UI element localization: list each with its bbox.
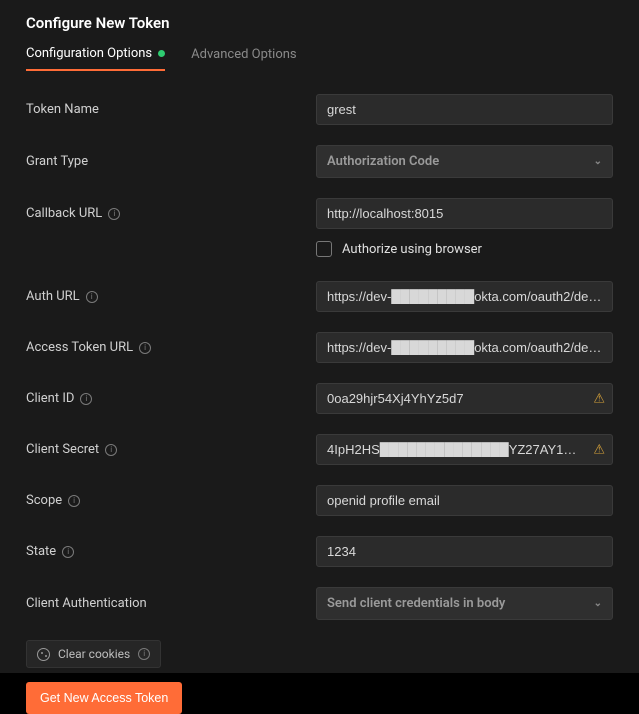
client-secret-label-text: Client Secret xyxy=(26,442,99,457)
access-token-url-label: Access Token URL i xyxy=(26,340,316,355)
state-input[interactable] xyxy=(316,536,613,567)
client-id-input[interactable] xyxy=(316,383,613,414)
info-icon[interactable]: i xyxy=(62,546,74,558)
info-icon[interactable]: i xyxy=(138,648,150,660)
auth-url-label-text: Auth URL xyxy=(26,289,80,304)
info-icon[interactable]: i xyxy=(68,495,80,507)
panel-title: Configure New Token xyxy=(26,14,613,32)
footer: Clear cookies i Get New Access Token xyxy=(26,640,613,714)
clear-cookies-label: Clear cookies xyxy=(58,647,130,661)
info-icon[interactable]: i xyxy=(105,444,117,456)
auth-url-label: Auth URL i xyxy=(26,289,316,304)
info-icon[interactable]: i xyxy=(80,393,92,405)
client-secret-input[interactable] xyxy=(316,434,613,465)
callback-url-label: Callback URL i xyxy=(26,206,316,221)
client-id-label-text: Client ID xyxy=(26,391,74,406)
scope-input[interactable] xyxy=(316,485,613,516)
get-new-access-token-button[interactable]: Get New Access Token xyxy=(26,682,182,714)
access-token-url-input[interactable] xyxy=(316,332,613,363)
client-id-label: Client ID i xyxy=(26,391,316,406)
callback-url-input[interactable] xyxy=(316,198,613,229)
grant-type-select[interactable]: Authorization Code ⌄ xyxy=(316,145,613,178)
chevron-down-icon: ⌄ xyxy=(594,156,602,167)
active-indicator-dot xyxy=(158,50,165,57)
grant-type-label: Grant Type xyxy=(26,154,316,169)
client-auth-select[interactable]: Send client credentials in body ⌄ xyxy=(316,587,613,620)
configure-token-panel: Configure New Token Configuration Option… xyxy=(0,0,639,673)
token-name-label: Token Name xyxy=(26,102,316,117)
info-icon[interactable]: i xyxy=(86,291,98,303)
warning-icon: ⚠ xyxy=(593,442,605,457)
clear-cookies-button[interactable]: Clear cookies i xyxy=(26,640,161,668)
info-icon[interactable]: i xyxy=(108,208,120,220)
authorize-browser-label: Authorize using browser xyxy=(342,242,482,257)
state-label: State i xyxy=(26,544,316,559)
access-token-url-label-text: Access Token URL xyxy=(26,340,133,355)
client-auth-value: Send client credentials in body xyxy=(327,596,505,611)
token-name-input[interactable] xyxy=(316,94,613,125)
authorize-browser-checkbox[interactable] xyxy=(316,241,332,257)
state-label-text: State xyxy=(26,544,56,559)
scope-label-text: Scope xyxy=(26,493,62,508)
chevron-down-icon: ⌄ xyxy=(594,598,602,609)
client-auth-label: Client Authentication xyxy=(26,596,316,611)
cookie-icon xyxy=(37,648,50,661)
tab-label: Configuration Options xyxy=(26,46,152,61)
callback-url-label-text: Callback URL xyxy=(26,206,102,221)
tab-configuration-options[interactable]: Configuration Options xyxy=(26,46,165,71)
client-secret-label: Client Secret i xyxy=(26,442,316,457)
tab-label: Advanced Options xyxy=(191,47,296,62)
auth-url-input[interactable] xyxy=(316,281,613,312)
info-icon[interactable]: i xyxy=(139,342,151,354)
scope-label: Scope i xyxy=(26,493,316,508)
grant-type-value: Authorization Code xyxy=(327,154,439,169)
warning-icon: ⚠ xyxy=(593,391,605,406)
tab-bar: Configuration Options Advanced Options xyxy=(26,46,613,72)
tab-advanced-options[interactable]: Advanced Options xyxy=(191,46,296,71)
